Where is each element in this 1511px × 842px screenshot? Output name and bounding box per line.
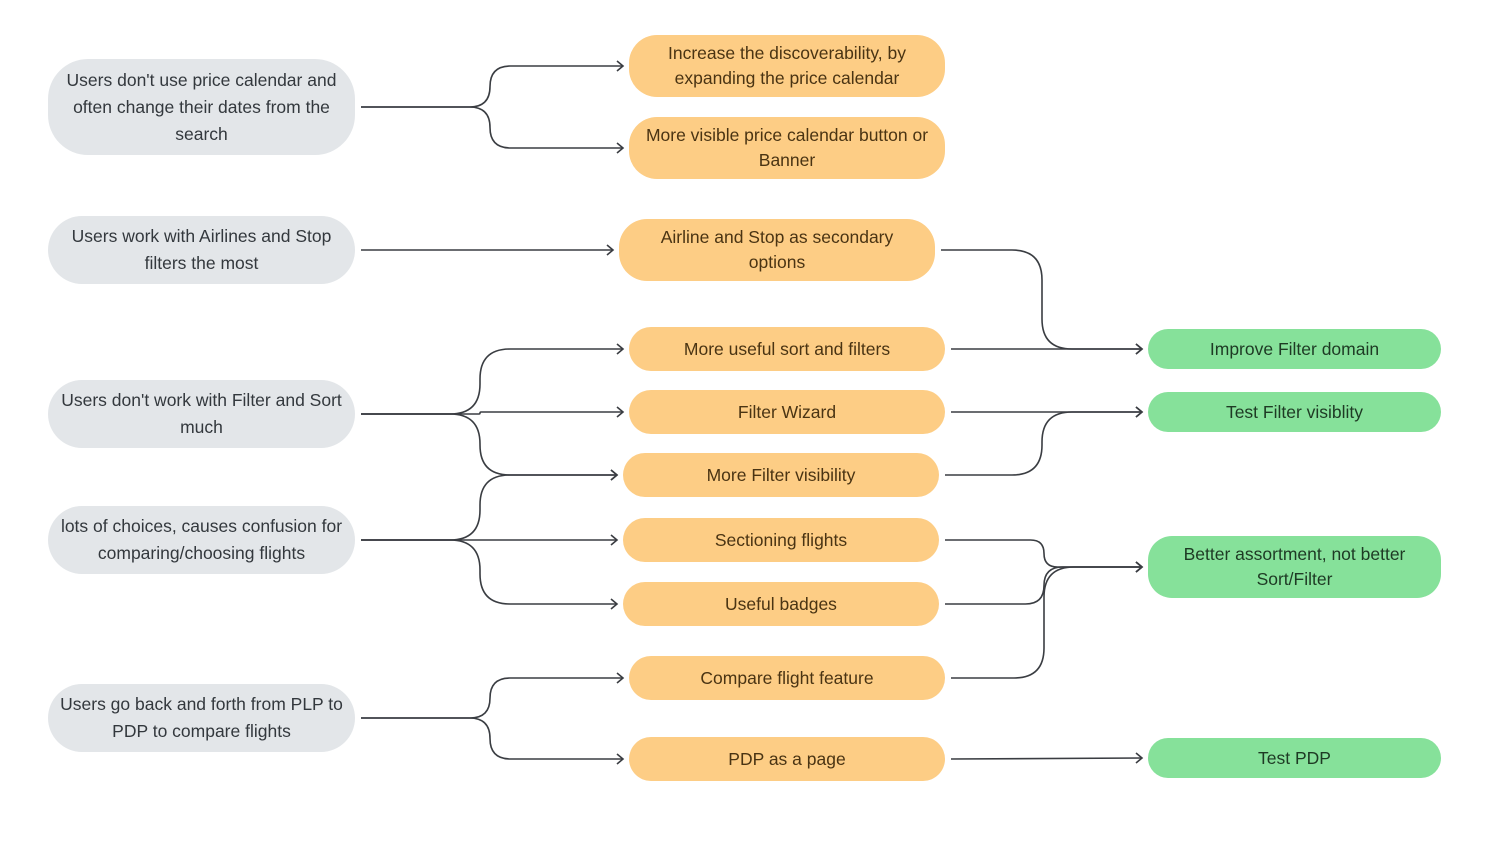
connector-i7-o3	[945, 539, 1142, 568]
connector-p5-i10	[361, 717, 623, 760]
connector-i6-o2	[945, 411, 1142, 476]
idea-node-pdp-as-page[interactable]: PDP as a page	[629, 737, 945, 781]
connector-p4-i8	[361, 539, 617, 605]
connector-p4-i6	[361, 474, 617, 541]
connector-i9-o3	[951, 566, 1142, 679]
idea-node-visible-calendar-button[interactable]: More visible price calendar button or Ba…	[629, 117, 945, 179]
idea-node-sectioning-flights[interactable]: Sectioning flights	[623, 518, 939, 562]
outcome-node-test-filter-visibility[interactable]: Test Filter visiblity	[1148, 392, 1441, 432]
idea-node-filter-wizard[interactable]: Filter Wizard	[629, 390, 945, 434]
outcome-node-improve-filter-domain[interactable]: Improve Filter domain	[1148, 329, 1441, 369]
idea-node-airline-stop-secondary[interactable]: Airline and Stop as secondary options	[619, 219, 935, 281]
problem-node-choice-confusion[interactable]: lots of choices, causes confusion for co…	[48, 506, 355, 574]
idea-node-useful-badges[interactable]: Useful badges	[623, 582, 939, 626]
problem-node-plp-pdp-back-forth[interactable]: Users go back and forth from PLP to PDP …	[48, 684, 355, 752]
connector-p3-i4	[361, 348, 623, 415]
problem-node-price-calendar[interactable]: Users don't use price calendar and often…	[48, 59, 355, 155]
problem-node-filter-sort-usage[interactable]: Users don't work with Filter and Sort mu…	[48, 380, 355, 448]
idea-node-filter-visibility[interactable]: More Filter visibility	[623, 453, 939, 497]
connector-p1-i2	[361, 106, 623, 149]
idea-node-compare-flight-feature[interactable]: Compare flight feature	[629, 656, 945, 700]
idea-node-expand-price-calendar[interactable]: Increase the discoverability, by expandi…	[629, 35, 945, 97]
connector-p5-i9	[361, 677, 623, 719]
idea-node-useful-sort-filters[interactable]: More useful sort and filters	[629, 327, 945, 371]
connector-i10-o4	[950, 757, 1143, 760]
connector-i3-o1	[941, 249, 1142, 350]
connector-p1-i1	[361, 65, 623, 108]
outcome-node-test-pdp[interactable]: Test PDP	[1148, 738, 1441, 778]
outcome-node-better-assortment[interactable]: Better assortment, not better Sort/Filte…	[1148, 536, 1441, 598]
problem-node-airlines-stop-filters[interactable]: Users work with Airlines and Stop filter…	[48, 216, 355, 284]
connector-p3-i6	[361, 413, 617, 476]
